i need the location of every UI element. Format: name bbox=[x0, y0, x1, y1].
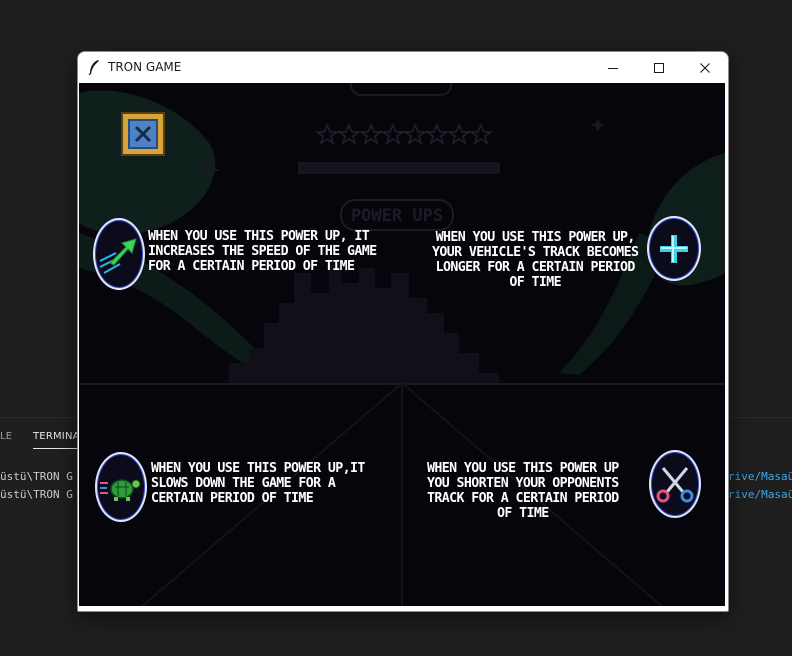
feather-icon bbox=[88, 60, 99, 75]
powerup-longer-track-text: WHEN YOU USE THIS POWER UP, YOUR VEHICLE… bbox=[432, 230, 639, 290]
scissors-icon bbox=[656, 467, 694, 503]
exit-inner bbox=[128, 119, 158, 149]
close-x-icon bbox=[134, 125, 152, 143]
game-window: TRON GAME POWER UPS WHEN YOU USE THIS PO… bbox=[77, 51, 729, 612]
powerup-speed-icon-frame bbox=[93, 218, 145, 290]
minimize-button[interactable] bbox=[590, 52, 636, 83]
close-icon bbox=[700, 62, 710, 73]
powerup-slow-icon-frame bbox=[95, 452, 147, 522]
title-bar[interactable]: TRON GAME bbox=[78, 52, 728, 83]
ide-tab-file[interactable]: LE bbox=[0, 431, 12, 442]
powerup-longer-track-icon-frame bbox=[647, 216, 701, 281]
terminal-line: rive/Masaü bbox=[728, 488, 792, 501]
game-canvas: POWER UPS WHEN YOU USE THIS POWER UP, IT… bbox=[79, 83, 725, 609]
svg-text:POWER UPS: POWER UPS bbox=[351, 206, 443, 226]
exit-button[interactable] bbox=[121, 112, 165, 156]
window-title: TRON GAME bbox=[108, 60, 182, 74]
plus-icon bbox=[660, 234, 688, 263]
powerup-slow-text: WHEN YOU USE THIS POWER UP,IT SLOWS DOWN… bbox=[151, 461, 365, 506]
ide-tab-terminal[interactable]: TERMINA bbox=[33, 431, 80, 449]
close-button[interactable] bbox=[682, 52, 728, 83]
terminal-line: üstü\TRON G bbox=[0, 488, 73, 501]
minimize-icon bbox=[608, 67, 618, 69]
powerup-speed-text: WHEN YOU USE THIS POWER UP, IT INCREASES… bbox=[148, 229, 377, 274]
canvas-bottom-strip bbox=[79, 606, 725, 609]
background-art: POWER UPS bbox=[79, 83, 725, 609]
maximize-icon bbox=[654, 62, 664, 73]
speed-arrow-icon bbox=[99, 238, 137, 274]
maximize-button[interactable] bbox=[636, 52, 682, 83]
turtle-icon bbox=[100, 479, 141, 501]
powerup-shorten-track-icon-frame bbox=[649, 450, 701, 518]
terminal-line: rive/Masaü bbox=[728, 470, 792, 483]
powerup-shorten-track-text: WHEN YOU USE THIS POWER UP YOU SHORTEN Y… bbox=[427, 461, 619, 521]
terminal-line: üstü\TRON G bbox=[0, 470, 73, 483]
